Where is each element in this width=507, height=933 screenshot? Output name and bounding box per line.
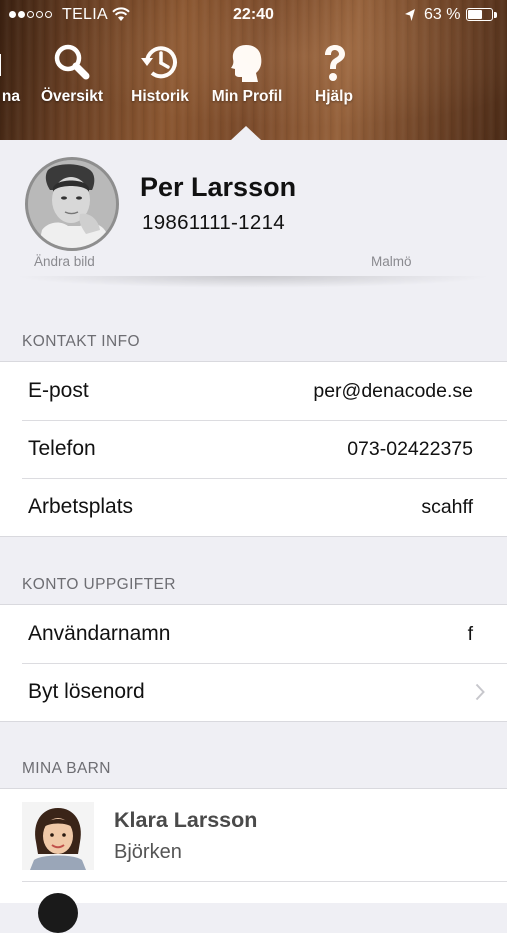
contact-row-email[interactable]: E-post per@denacode.se [0,362,507,420]
tab-historik[interactable]: Historik [124,42,196,118]
child-row[interactable]: Klara Larsson Björken [0,789,507,881]
tab-partial[interactable]: na [0,42,20,118]
tab-bar: na Översikt Historik Min Profil Hjälp [0,42,507,122]
battery-level [468,10,482,19]
tab-oversikt-label: Översikt [40,88,104,105]
app-header: TELIA 22:40 63 % na Översikt Historik Mi… [0,0,507,140]
email-value: per@denacode.se [313,380,473,402]
personal-number: 19861111-1214 [142,211,285,234]
avatar-photo [28,160,116,248]
child-photo [22,802,94,870]
status-bar: TELIA 22:40 63 % [0,0,507,32]
battery-icon [466,8,493,21]
email-label: E-post [28,379,89,402]
section-header-children: MINA BARN [22,760,111,777]
child-group: Björken [114,841,182,863]
chevron-right-icon [475,683,485,701]
account-info-group: Användarnamn f Byt lösenord [0,604,507,722]
child-avatar-partial [38,893,78,933]
account-row-change-password[interactable]: Byt lösenord [0,663,507,721]
child-row-partial[interactable] [0,881,507,933]
workplace-value: scahff [421,496,473,518]
username-label: Användarnamn [28,622,171,645]
question-icon [325,45,345,81]
location-arrow-icon [405,9,415,21]
tab-partial-label: na [1,88,20,105]
change-password-label: Byt lösenord [28,680,145,703]
phone-label: Telefon [28,437,96,460]
tab-hjalp-label: Hjälp [315,88,353,105]
battery-tip [494,12,497,18]
history-icon [141,46,177,79]
partial-tab-icon [0,54,1,76]
children-group: Klara Larsson Björken [0,788,507,933]
contact-info-group: E-post per@denacode.se Telefon 073-02422… [0,361,507,537]
profile-divider-shadow [14,276,492,288]
search-icon [54,44,90,80]
profile-avatar[interactable] [25,157,119,251]
contact-row-phone[interactable]: Telefon 073-02422375 [0,420,507,478]
tab-min-profil[interactable]: Min Profil [206,42,288,118]
profile-name: Per Larsson [140,172,297,202]
account-row-username[interactable]: Användarnamn f [0,605,507,663]
phone-value: 073-02422375 [347,438,473,460]
child-name: Klara Larsson [114,808,258,832]
edit-photo-link[interactable]: Ändra bild [34,254,95,269]
tab-min-profil-label: Min Profil [211,88,283,105]
child-avatar [22,802,94,870]
selected-tab-indicator [231,126,261,140]
profile-head-icon [231,45,262,82]
profile-card: Ändra bild Per Larsson 19861111-1214 Mal… [0,140,507,295]
workplace-label: Arbetsplats [28,495,134,518]
section-header-contact: KONTAKT INFO [22,333,140,350]
username-value: f [467,623,473,645]
tab-hjalp[interactable]: Hjälp [300,42,368,118]
tab-oversikt[interactable]: Översikt [36,42,108,118]
battery-percentage: 63 % [424,6,461,23]
tab-historik-label: Historik [131,88,189,105]
contact-row-workplace[interactable]: Arbetsplats scahff [0,478,507,536]
profile-city: Malmö [371,254,412,269]
section-header-account: KONTO UPPGIFTER [22,576,176,593]
